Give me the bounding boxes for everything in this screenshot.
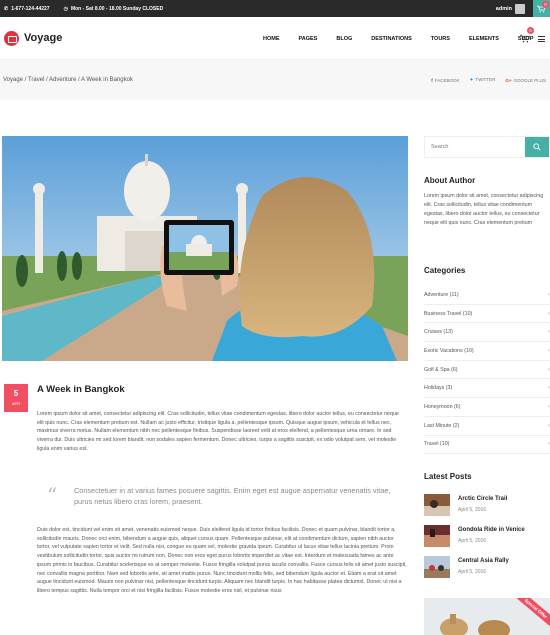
category-item[interactable]: Honeymoon (6) › — [424, 398, 550, 417]
category-item[interactable]: Exotic Vacations (10) › — [424, 342, 550, 361]
admin-username[interactable]: admin — [496, 6, 512, 12]
search-widget — [424, 136, 550, 158]
header-cart-count: 0 — [527, 27, 534, 34]
latest-post-title[interactable]: Arctic Circle Trail — [458, 496, 507, 502]
post-intro: Lorem ipsum dolor sit amet, consectetur … — [37, 411, 399, 452]
share-google-plus[interactable]: G+ GOOGLE PLUS — [505, 78, 546, 83]
latest-post-date: April 5, 2016 — [458, 507, 487, 513]
latest-post-title[interactable]: Gondola Ride in Venice — [458, 527, 525, 533]
categories-list: Adventure (11) › Business Travel (10) › Cr… — [424, 286, 550, 455]
latest-post-item[interactable]: Central Asia Rally April 5, 2016 — [424, 556, 550, 578]
opening-hours: Mon - Sat 8.00 - 18.00 Sunday CLOSED — [70, 5, 164, 12]
avatar[interactable] — [515, 3, 525, 14]
category-item[interactable]: Last Minute (2) › — [424, 417, 550, 436]
sidebar: About Author Lorem ipsum dolor sit amet,… — [424, 136, 550, 635]
latest-post-date: April 5, 2016 — [458, 569, 487, 575]
latest-post-date: April 5, 2016 — [458, 538, 487, 544]
post-month: APR — [11, 401, 21, 406]
clock-icon: ◷ — [63, 5, 68, 12]
nav-blog[interactable]: BLOG — [336, 36, 352, 42]
category-item[interactable]: Cruises (13) › — [424, 323, 550, 343]
facebook-icon: f — [431, 77, 433, 83]
post-blockquote: “ Consectetuer in at varius fames posuer… — [37, 483, 407, 515]
post-date-badge: 5 APR — [4, 384, 28, 412]
top-bar: ✆ 1-677-124-44227 ◷ Mon - Sat 8.00 - 18.… — [0, 0, 550, 17]
category-item[interactable]: Business Travel (10) › — [424, 305, 550, 324]
top-user-area: admin 0 — [496, 0, 550, 17]
post-featured-image — [2, 136, 408, 361]
twitter-icon: ✦ — [469, 77, 474, 82]
nav-destinations[interactable]: DESTINATIONS — [371, 36, 412, 42]
latest-posts-heading: Latest Posts — [424, 472, 472, 481]
latest-post-item[interactable]: Arctic Circle Trail April 5, 2016 — [424, 494, 550, 516]
nav-home[interactable]: HOME — [263, 36, 280, 42]
latest-post-item[interactable]: Gondola Ride in Venice April 5, 2016 — [424, 525, 550, 547]
latest-post-thumbnail[interactable] — [424, 494, 450, 516]
breadcrumb[interactable]: Voyage / Travel / Adventure / A Week in … — [3, 77, 133, 83]
categories-heading: Categories — [424, 266, 466, 275]
main-header: Voyage HOME PAGES BLOG DESTINATIONS TOUR… — [0, 17, 550, 60]
search-input[interactable] — [425, 137, 525, 157]
phone-icon: ✆ — [4, 5, 9, 12]
post-title: A Week in Bangkok — [37, 384, 125, 395]
category-item[interactable]: Golf & Spa (6) › — [424, 361, 550, 380]
header-cart-button[interactable]: 0 — [520, 27, 534, 48]
nav-pages[interactable]: PAGES — [299, 36, 318, 42]
logo-icon — [4, 30, 19, 46]
latest-post-title[interactable]: Central Asia Rally — [458, 558, 509, 564]
post-day: 5 — [13, 389, 19, 398]
post-body: Duis dolor est, tincidunt vel enim sit a… — [37, 527, 407, 594]
special-offer-banner[interactable]: Special Offer — [424, 598, 550, 635]
hours-info: ◷ Mon - Sat 8.00 - 18.00 Sunday CLOSED — [64, 6, 164, 12]
cart-icon — [520, 34, 530, 43]
search-button[interactable] — [525, 137, 549, 157]
top-cart-count: 0 — [542, 1, 549, 8]
share-links: f FACEBOOK ✦ TWITTER G+ GOOGLE PLUS — [431, 60, 546, 100]
google-plus-icon: G+ — [505, 77, 512, 83]
menu-icon[interactable] — [538, 36, 545, 44]
share-facebook[interactable]: f FACEBOOK — [431, 78, 459, 83]
category-item[interactable]: Travel (10) › — [424, 436, 550, 455]
quote-text: Consectetuer in at varius fames posuere … — [74, 486, 391, 506]
logo[interactable]: Voyage — [4, 30, 63, 46]
about-author-heading: About Author — [424, 176, 476, 185]
breadcrumb-bar: Voyage / Travel / Adventure / A Week in … — [0, 60, 550, 100]
logo-text: Voyage — [24, 32, 63, 44]
share-twitter[interactable]: ✦ TWITTER — [470, 77, 496, 83]
search-icon — [533, 143, 541, 151]
quote-icon: “ — [47, 483, 58, 507]
nav-elements[interactable]: ELEMENTS — [469, 36, 499, 42]
latest-post-thumbnail[interactable] — [424, 556, 450, 578]
category-item[interactable]: Adventure (11) › — [424, 286, 550, 305]
top-cart-button[interactable]: 0 — [533, 0, 550, 17]
phone-number: 1-677-124-44227 — [11, 5, 50, 12]
nav-tours[interactable]: TOURS — [431, 36, 450, 42]
latest-post-thumbnail[interactable] — [424, 525, 450, 547]
category-item[interactable]: Holidays (3) › — [424, 379, 550, 399]
main-nav: HOME PAGES BLOG DESTINATIONS TOURS ELEME… — [263, 17, 550, 60]
phone-info: ✆ 1-677-124-44227 — [4, 6, 50, 12]
about-author-text: Lorem ipsum dolor sit amet, consectetur … — [424, 193, 544, 226]
